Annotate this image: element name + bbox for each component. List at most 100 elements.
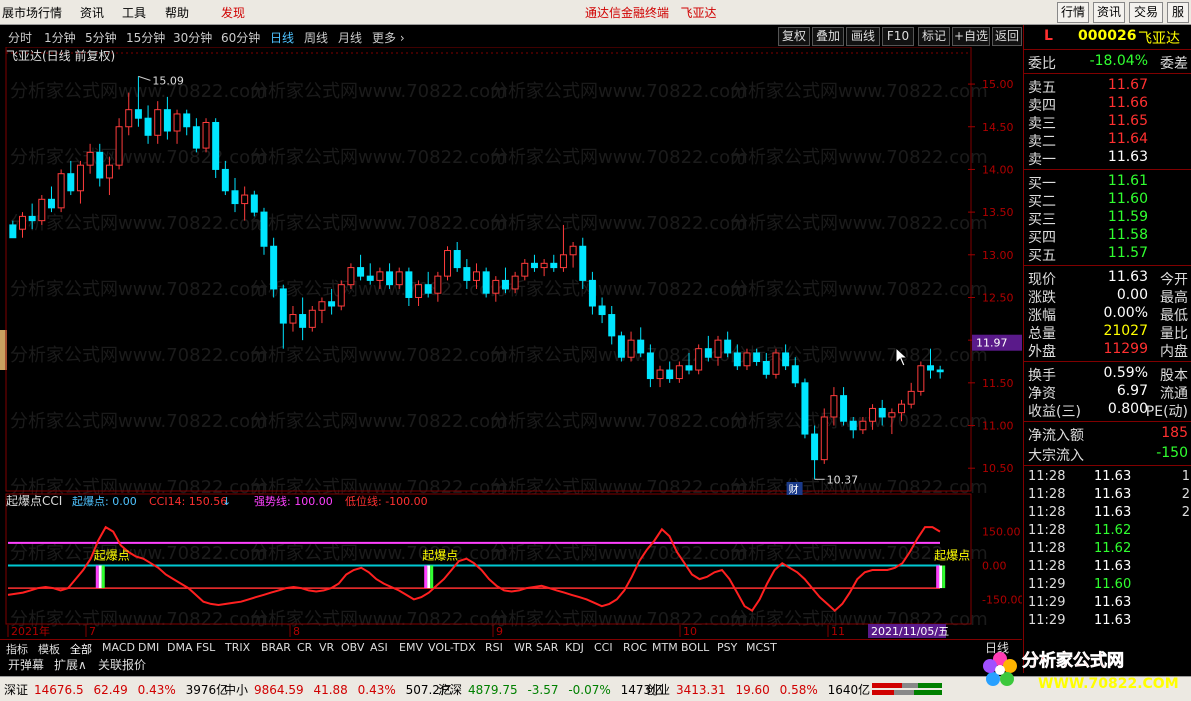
add-watchlist-button[interactable]: +自选 (952, 27, 990, 46)
related-quote-toggle[interactable]: 关联报价 (98, 656, 146, 673)
period-monthly[interactable]: 月线 (338, 29, 362, 46)
indicator-tab[interactable]: VR (319, 641, 334, 654)
candle-body (637, 339, 645, 354)
cci-line (7, 525, 941, 613)
news-button[interactable]: 资讯 (1093, 2, 1125, 23)
tick-row: 11:28 11.63 2 (1028, 505, 1190, 520)
index-quote[interactable]: 深证 14676.5 62.49 0.43% 3976亿 (4, 681, 234, 698)
period-15min[interactable]: 15分钟 (126, 29, 165, 46)
signal-label: 起爆点 (94, 549, 130, 563)
finance-marker[interactable]: 财 (789, 483, 799, 496)
indicator-tab[interactable]: DMA (167, 641, 193, 654)
candle-body (791, 365, 799, 384)
trade-button[interactable]: 交易 (1129, 2, 1163, 23)
signal-label: 起爆点 (934, 549, 970, 563)
indicator-tab[interactable]: MTM (652, 641, 678, 654)
period-weekly[interactable]: 周线 (304, 29, 328, 46)
candle-body (125, 109, 133, 128)
price-tick-label: 11.00 (982, 420, 1014, 433)
indicator-tab[interactable]: ASI (370, 641, 388, 654)
candle-body (221, 168, 229, 192)
logo-url: WWW.70822.COM (1038, 676, 1179, 692)
tick-row: 11:28 11.63 2 (1028, 487, 1190, 502)
menu-help[interactable]: 帮助 (165, 4, 189, 21)
chart-area[interactable]: 分析家公式网www.70822.com 分析家公式网www.70822.com 分析… (0, 47, 1022, 639)
indicator-tab[interactable]: PSY (717, 641, 737, 654)
indicator-tab[interactable]: WR (514, 641, 533, 654)
menu-market[interactable]: 展市场行情 (2, 4, 62, 21)
watermark-text: 分析家公式网www.70822.com (730, 213, 988, 234)
watermark-layer: 分析家公式网www.70822.com 分析家公式网www.70822.com 分析… (10, 81, 988, 630)
menu-news[interactable]: 资讯 (80, 4, 104, 21)
menu-discover[interactable]: 发现 (221, 4, 245, 21)
period-5min[interactable]: 5分钟 (85, 29, 117, 46)
signal-bar (942, 565, 946, 589)
watermark-text: 分析家公式网www.70822.com (10, 543, 268, 564)
quote-button[interactable]: 行情 (1057, 2, 1089, 23)
back-button[interactable]: 返回 (992, 27, 1022, 46)
indicator-tab[interactable]: TRIX (225, 641, 250, 654)
indicator-tab[interactable]: VOL-TDX (428, 641, 476, 654)
indicator-tab[interactable]: MCST (746, 641, 777, 654)
adjust-button[interactable]: 复权 (778, 27, 810, 46)
indicator-tab[interactable]: DMI (138, 641, 159, 654)
f10-button[interactable]: F10 (882, 27, 914, 46)
period-60min[interactable]: 60分钟 (221, 29, 260, 46)
indicator-tab[interactable]: CCI (594, 641, 613, 654)
indicator-tab[interactable]: ROC (623, 641, 647, 654)
menu-bar: 展市场行情 资讯 工具 帮助 发现 通达信金融终端 飞亚达 行情 资讯 交易 服 (0, 0, 1191, 25)
indicator-tick-label: 0.00 (982, 560, 1007, 573)
candle-body (76, 164, 84, 192)
period-tick[interactable]: 分时 (8, 29, 32, 46)
indicator-tab[interactable]: MACD (102, 641, 135, 654)
signal-bar (936, 565, 940, 589)
candle-body (501, 279, 509, 290)
indicator-tab[interactable]: CR (297, 641, 312, 654)
overlay-button[interactable]: 叠加 (812, 27, 844, 46)
watermark-text: 分析家公式网www.70822.com (250, 411, 508, 432)
indicator-tab[interactable]: KDJ (565, 641, 584, 654)
danmu-toggle[interactable]: 开弹幕 (8, 656, 44, 673)
candle-body (105, 164, 113, 179)
candle-body (482, 271, 490, 294)
period-more[interactable]: 更多 › (372, 29, 405, 46)
stat-row: 净资 6.97 流通 (1028, 383, 1188, 402)
draw-button[interactable]: 画线 (846, 27, 880, 46)
flow-row: 净流入额 185 (1028, 425, 1188, 444)
indicator-tab[interactable]: RSI (485, 641, 503, 654)
mark-button[interactable]: 标记 (918, 27, 950, 46)
service-button[interactable]: 服 (1167, 2, 1189, 23)
indicator-tab[interactable]: FSL (196, 641, 215, 654)
menu-tools[interactable]: 工具 (122, 4, 146, 21)
watermark-text: 分析家公式网www.70822.com (250, 345, 508, 366)
indicator-title[interactable]: 起爆点CCI (6, 494, 62, 508)
ask-row: 卖四 11.66 (1028, 95, 1148, 114)
candle-body (917, 365, 925, 392)
indicator-tab[interactable]: SAR (536, 641, 558, 654)
price-tick-label: 11.50 (982, 377, 1014, 390)
indicator-tab[interactable]: EMV (399, 641, 423, 654)
index-quote[interactable]: 中小 9864.59 41.88 0.43% 507.2亿 (224, 681, 458, 698)
index-quote[interactable]: 沪深 4879.75 -3.57 -0.07% 1473亿 (438, 681, 669, 698)
bid-row: 买三 11.59 (1028, 209, 1148, 228)
candle-body (279, 288, 287, 324)
period-1min[interactable]: 1分钟 (44, 29, 76, 46)
watermark-text: 分析家公式网www.70822.com (730, 81, 988, 102)
ask-row: 卖一 11.63 (1028, 149, 1148, 168)
candle-body (463, 267, 471, 281)
index-quote[interactable]: 创业 3413.31 19.60 0.58% 1640亿 (646, 681, 876, 698)
candle-body (820, 416, 828, 461)
logo-text: 分析家公式网 (1022, 650, 1124, 671)
tick-row: 11:28 11.62 (1028, 523, 1132, 538)
period-30min[interactable]: 30分钟 (173, 29, 212, 46)
price-tick-label: 14.50 (982, 121, 1014, 134)
watermark-text: 分析家公式网www.70822.com (250, 213, 508, 234)
indicator-tab[interactable]: BRAR (261, 641, 291, 654)
candle-body (762, 360, 770, 375)
candle-body (608, 314, 616, 337)
candle-body (888, 412, 896, 418)
period-daily[interactable]: 日线 (270, 29, 294, 46)
indicator-tab[interactable]: BOLL (681, 641, 709, 654)
expand-toggle[interactable]: 扩展∧ (54, 656, 87, 673)
indicator-tab[interactable]: OBV (341, 641, 364, 654)
